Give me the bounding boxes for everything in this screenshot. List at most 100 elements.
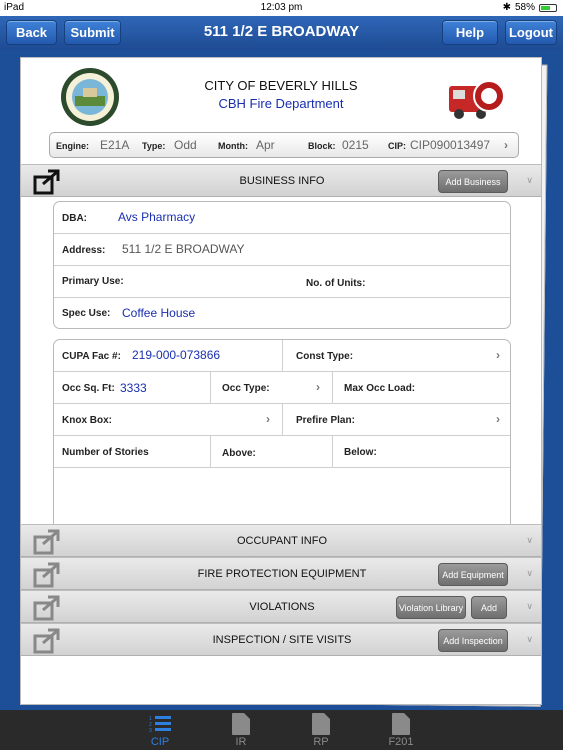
open-external-icon [33, 529, 60, 555]
below-label[interactable]: Below: [344, 447, 377, 458]
block-value: 0215 [342, 138, 369, 152]
occ-sqft-value[interactable]: 3333 [120, 381, 147, 395]
dba-label: DBA: [62, 213, 87, 224]
occ-sqft-label: Occ Sq. Ft: [62, 383, 115, 394]
spec-use-row[interactable]: Spec Use: Coffee House [54, 298, 510, 328]
add-inspection-button[interactable]: Add Inspection [438, 629, 508, 652]
section-business-info[interactable]: BUSINESS INFO Add Business ∨ [21, 164, 541, 197]
tab-label: RP [313, 736, 329, 748]
tab-f201[interactable]: F201 [371, 712, 431, 750]
units-label: No. of Units: [306, 278, 366, 289]
cupa-label: CUPA Fac #: [62, 351, 121, 362]
chevron-down-icon: ∨ [526, 535, 533, 545]
block-label: Block: [308, 141, 336, 151]
type-label: Type: [142, 141, 166, 151]
svg-text:3: 3 [149, 728, 152, 734]
section-title: BUSINESS INFO [239, 175, 325, 187]
section-title: FIRE PROTECTION EQUIPMENT [197, 568, 367, 580]
address-label: Address: [62, 245, 106, 256]
city-name: CITY OF BEVERLY HILLS [204, 78, 358, 93]
spec-use-value: Coffee House [122, 306, 196, 320]
section-title: VIOLATIONS [249, 601, 315, 613]
chevron-down-icon: ∨ [526, 601, 533, 611]
cupa-value[interactable]: 219-000-073866 [132, 348, 220, 362]
section-violations[interactable]: VIOLATIONS Violation Library Add ∨ [21, 590, 541, 623]
add-violation-button[interactable]: Add [471, 596, 507, 619]
department-name: CBH Fire Department [218, 96, 344, 111]
tab-label: F201 [388, 736, 414, 748]
engine-label: Engine: [56, 141, 89, 151]
chevron-down-icon: ∨ [526, 175, 533, 185]
page-title: 511 1/2 E BROADWAY [203, 23, 360, 40]
tab-label: CIP [150, 736, 170, 748]
max-occ-label: Max Occ Load: [344, 383, 416, 394]
clock: 12:03 pm [260, 2, 303, 13]
bluetooth-icon: ✱ [502, 2, 511, 13]
fire-department-logo [449, 80, 505, 119]
tab-bar: 1 2 3 CIP IR RP F201 [0, 710, 563, 750]
add-equipment-button[interactable]: Add Equipment [438, 563, 508, 586]
occ-type-label: Occ Type: [222, 383, 270, 394]
engine-value: E21A [100, 138, 130, 152]
month-value: Apr [256, 138, 275, 152]
above-label[interactable]: Above: [222, 448, 256, 459]
section-inspection-visits[interactable]: INSPECTION / SITE VISITS Add Inspection … [21, 623, 541, 656]
status-bar: iPad 12:03 pm ✱ 58% [0, 0, 563, 16]
prefire-plan-label: Prefire Plan: [296, 415, 355, 426]
const-type-chevron-icon[interactable]: › [496, 348, 500, 362]
section-fire-protection[interactable]: FIRE PROTECTION EQUIPMENT Add Equipment … [21, 557, 541, 590]
tab-ir[interactable]: IR [211, 712, 271, 750]
help-button[interactable]: Help [442, 20, 498, 45]
submit-button[interactable]: Submit [64, 20, 121, 45]
cupa-row: CUPA Fac #: 219-000-073866 Const Type: › [54, 340, 510, 372]
document-icon [312, 713, 330, 735]
spec-use-label: Spec Use: [62, 308, 111, 319]
inspection-info-bar[interactable]: Engine: E21A Type: Odd Month: Apr Block:… [49, 132, 519, 158]
violation-library-button[interactable]: Violation Library [396, 596, 466, 619]
tab-cip[interactable]: 1 2 3 CIP [130, 712, 190, 750]
open-external-icon [33, 562, 60, 588]
tab-label: IR [235, 736, 247, 748]
knox-box-label: Knox Box: [62, 415, 112, 426]
type-value: Odd [174, 138, 197, 152]
cip-value: CIP090013497 [410, 138, 491, 152]
stories-row: Number of Stories Above: Below: [54, 436, 510, 468]
form-sheet: CITY OF BEVERLY HILLS CBH Fire Departmen… [20, 57, 542, 705]
add-business-button[interactable]: Add Business [438, 170, 508, 193]
month-label: Month: [218, 141, 248, 151]
nav-bar: Back Submit 511 1/2 E BROADWAY Help Logo… [0, 16, 563, 50]
tab-rp[interactable]: RP [291, 712, 351, 750]
business-info-card: DBA: Avs Pharmacy Address: 511 1/2 E BRO… [53, 201, 511, 329]
address-value: 511 1/2 E BROADWAY [122, 242, 245, 256]
primary-use-row[interactable]: Primary Use: No. of Units: [54, 266, 510, 298]
chevron-down-icon: ∨ [526, 568, 533, 578]
occ-type-chevron-icon[interactable]: › [316, 380, 320, 394]
dba-value: Avs Pharmacy [118, 210, 196, 224]
section-title: INSPECTION / SITE VISITS [212, 634, 352, 646]
knox-box-chevron-icon[interactable]: › [266, 412, 270, 426]
dba-row[interactable]: DBA: Avs Pharmacy [54, 202, 510, 234]
battery-percent: 58% [514, 2, 535, 13]
document-icon [392, 713, 410, 735]
chevron-down-icon: ∨ [526, 634, 533, 644]
facility-card: CUPA Fac #: 219-000-073866 Const Type: ›… [53, 339, 511, 525]
document-icon [232, 713, 250, 735]
address-row[interactable]: Address: 511 1/2 E BROADWAY [54, 234, 510, 266]
battery-icon [539, 3, 557, 12]
primary-use-label: Primary Use: [62, 276, 124, 287]
logout-button[interactable]: Logout [505, 20, 557, 45]
list-icon: 1 2 3 [149, 716, 171, 734]
back-button[interactable]: Back [6, 20, 57, 45]
prefire-plan-chevron-icon[interactable]: › [496, 412, 500, 426]
open-external-icon [33, 169, 60, 195]
const-type-label: Const Type: [296, 351, 354, 362]
city-seal-logo [61, 68, 119, 126]
open-external-icon [33, 628, 60, 654]
occupancy-row: Occ Sq. Ft: 3333 Occ Type: › Max Occ Loa… [54, 372, 510, 404]
status-right: ✱ 58% [503, 2, 557, 13]
cip-label: CIP: [388, 141, 406, 151]
stories-label: Number of Stories [62, 447, 149, 458]
chevron-right-icon: › [504, 138, 508, 152]
open-external-icon [33, 595, 60, 621]
section-occupant-info[interactable]: OCCUPANT INFO ∨ [21, 524, 541, 557]
